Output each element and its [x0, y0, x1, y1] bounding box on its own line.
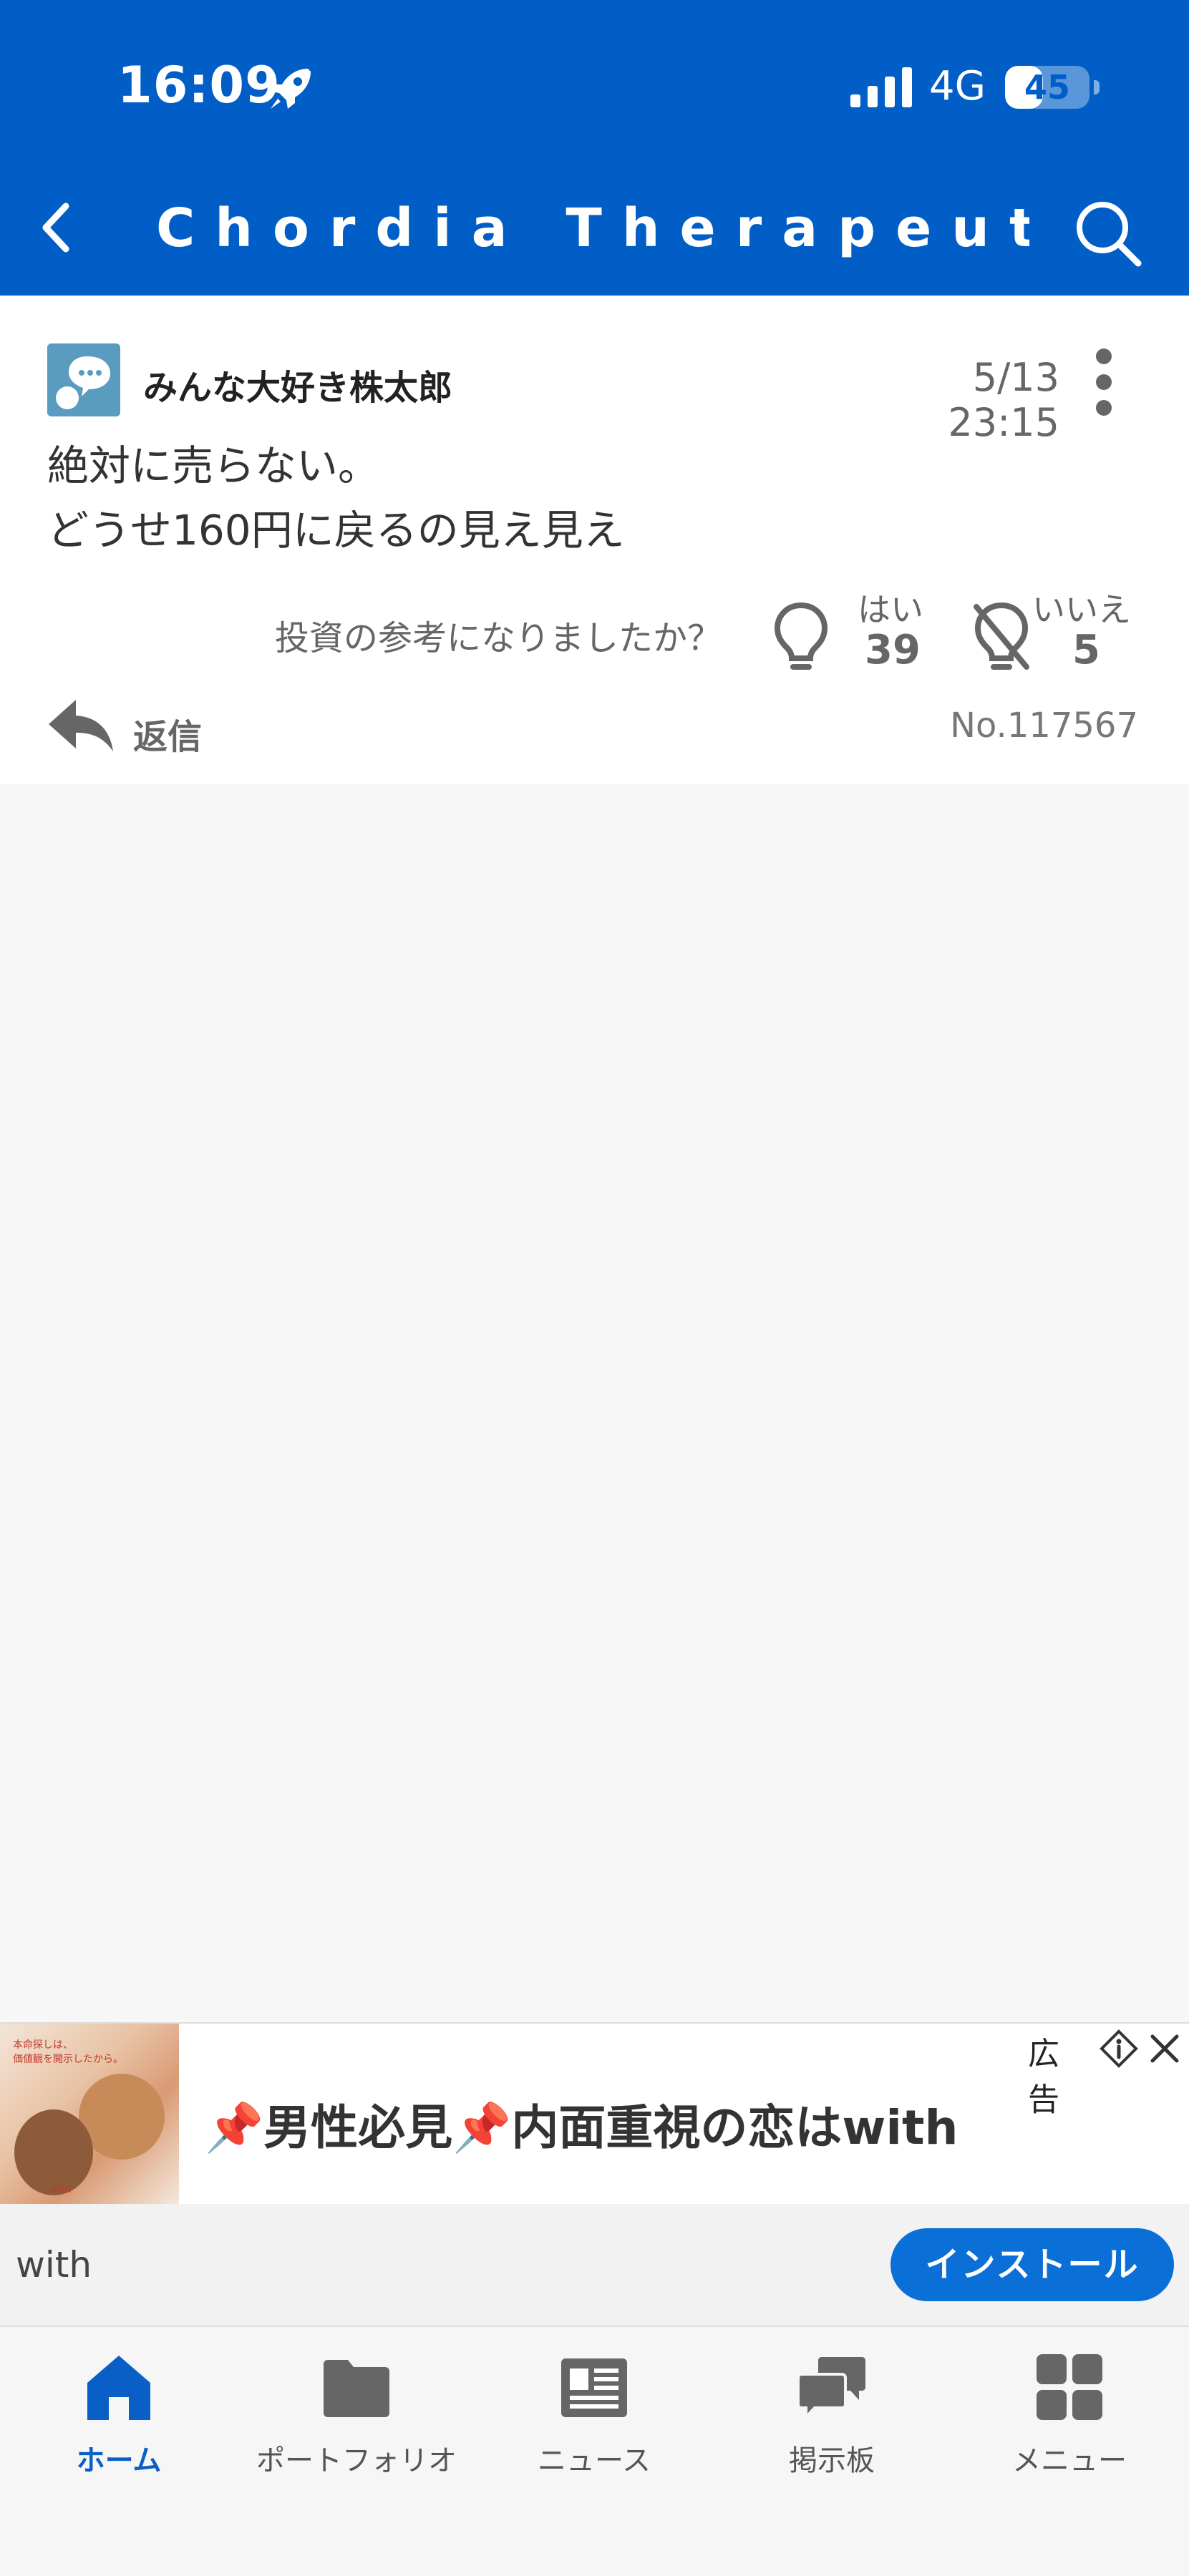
post-date: 5/13 23:15	[948, 355, 1059, 445]
bottom-nav: ホーム ポートフォリオ ニュース 掲示板 メニュー	[0, 2326, 1189, 2576]
back-button[interactable]	[21, 192, 93, 263]
nav-item-board[interactable]: 掲示板	[713, 2348, 951, 2492]
ad-headline[interactable]: 📌男性必見📌内面重視の恋はwith	[205, 2089, 959, 2158]
battery-indicator: 45	[1005, 66, 1089, 109]
ad-image[interactable]: 本命探しは、 価値観を開示したから。 with	[0, 2024, 179, 2204]
nav-label: ホーム	[76, 2444, 162, 2477]
chat-bubbles-icon	[797, 2357, 865, 2421]
nav-item-news[interactable]: ニュース	[475, 2348, 713, 2492]
network-type: 4G	[929, 63, 986, 109]
ad-image-logo: with	[50, 2184, 72, 2195]
lightbulb-off-icon	[974, 602, 1029, 670]
page-title: Chordia Therapeut…	[156, 197, 1029, 259]
vote-no-label: いいえ	[1032, 590, 1131, 629]
post-body-line: 絶対に売らない。	[47, 441, 380, 490]
post-body-line: どうせ160円に戻るの見え見え	[47, 506, 625, 555]
ad-image-figure	[14, 2109, 93, 2195]
ad-close-icon[interactable]	[1145, 2029, 1184, 2068]
home-icon	[87, 2356, 150, 2420]
post-author[interactable]: みんな大好き株太郎	[143, 359, 452, 409]
nav-label: 掲示板	[789, 2444, 875, 2477]
folder-icon	[324, 2360, 389, 2417]
battery-percent: 45	[1024, 68, 1070, 107]
reply-label: 返信	[133, 717, 203, 757]
newspaper-icon	[561, 2358, 627, 2417]
status-time: 16:09	[117, 56, 281, 114]
helpful-question: 投資の参考になりましたか？	[275, 618, 722, 658]
ad-advertiser: with	[16, 2244, 92, 2285]
ad-footer: with インストール	[0, 2204, 1189, 2327]
nav-item-home[interactable]: ホーム	[0, 2348, 238, 2492]
signal-strength-icon	[850, 67, 912, 107]
ad-banner[interactable]: 本命探しは、 価値観を開示したから。 with 広告 📌男性必見📌内面重視の恋は…	[0, 2022, 1189, 2327]
ad-image-text: 本命探しは、 価値観を開示したから。	[13, 2038, 123, 2067]
nav-label: ニュース	[538, 2444, 651, 2477]
more-options-icon[interactable]	[1085, 345, 1122, 419]
vote-yes-count: 39	[865, 627, 921, 673]
ad-image-text-line: 価値観を開示したから。	[13, 2054, 123, 2065]
post-body: 絶対に売らない。 どうせ160円に戻るの見え見え	[47, 434, 1121, 562]
ad-image-text-line: 本命探しは、	[13, 2039, 73, 2051]
reply-button[interactable]: 返信	[47, 696, 226, 760]
nav-label: ポートフォリオ	[256, 2444, 457, 2477]
vote-no-count: 5	[1072, 627, 1100, 673]
vote-no-button[interactable]: いいえ 5	[964, 584, 1150, 684]
avatar[interactable]	[47, 343, 120, 416]
app-header: 16:09 4G 45 Chordia Therapeut…	[0, 0, 1189, 296]
rocket-icon	[271, 69, 311, 109]
vote-yes-label: はい	[858, 590, 923, 629]
reply-icon	[49, 700, 113, 751]
nav-label: メニュー	[1012, 2444, 1127, 2477]
ad-info-icon[interactable]	[1100, 2029, 1138, 2068]
search-icon[interactable]	[1065, 193, 1151, 272]
nav-item-menu[interactable]: メニュー	[951, 2348, 1188, 2492]
battery-tip	[1094, 80, 1100, 94]
ad-label: 広告	[1028, 2036, 1059, 2118]
post-number: No.117567	[950, 706, 1138, 746]
nav-item-portfolio[interactable]: ポートフォリオ	[238, 2348, 475, 2492]
grid-icon	[1037, 2354, 1102, 2420]
install-button[interactable]: インストール	[890, 2228, 1174, 2301]
vote-yes-button[interactable]: はい 39	[769, 584, 933, 684]
lightbulb-icon	[774, 602, 828, 670]
